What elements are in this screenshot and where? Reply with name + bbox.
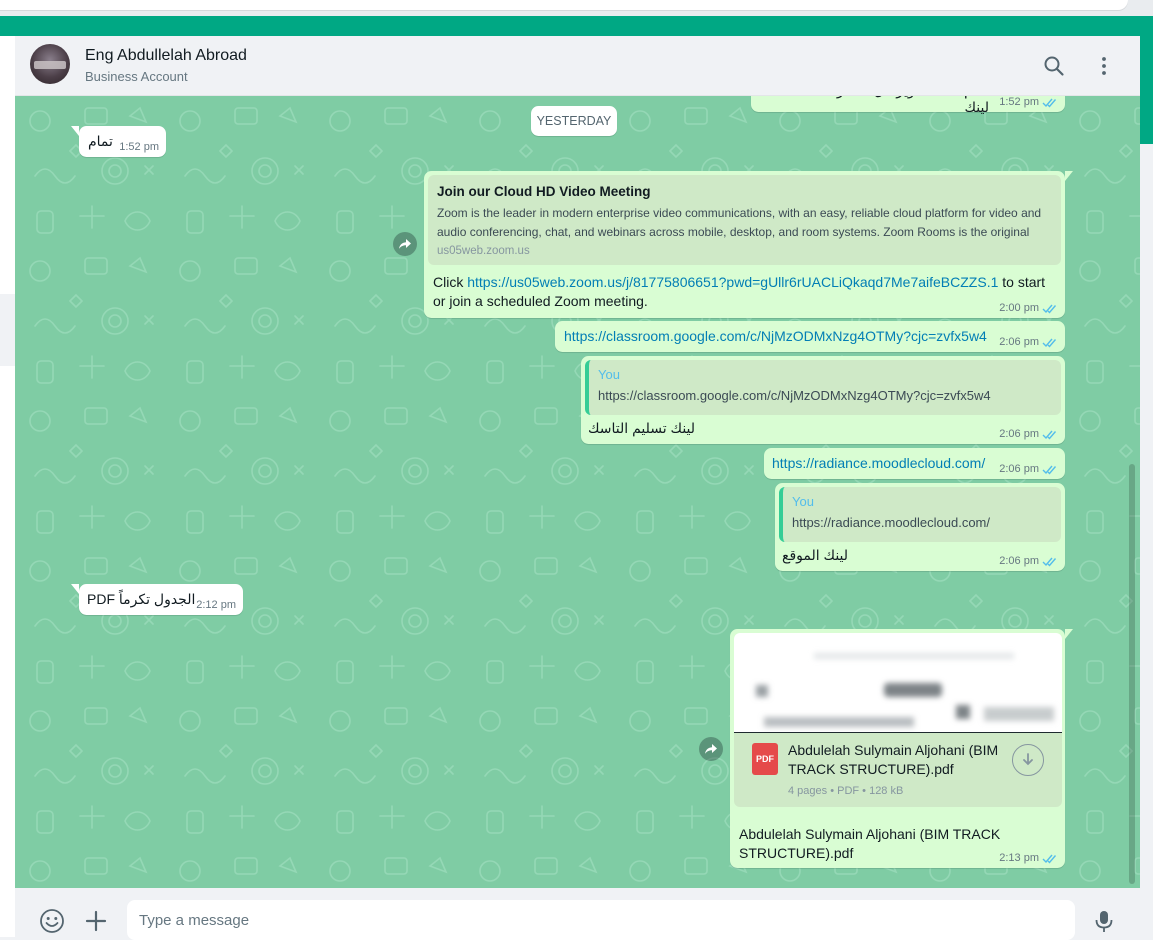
document-attachment[interactable]: PDF Abdulelah Sulymain Aljohani (BIM TRA… [734, 733, 1062, 807]
download-icon [1023, 753, 1033, 766]
search-icon[interactable] [1042, 54, 1066, 78]
message-time: 2:12 pm [196, 599, 236, 611]
avatar[interactable] [30, 44, 70, 84]
link-preview-title: Join our Cloud HD Video Meeting [437, 184, 651, 199]
forward-icon [705, 744, 717, 754]
double-check-icon [1042, 430, 1057, 440]
quoted-text: https://radiance.moodlecloud.com/ [792, 515, 990, 530]
plus-icon[interactable] [83, 908, 109, 934]
message-bubble-outgoing[interactable]: You https://radiance.moodlecloud.com/ لي… [775, 483, 1065, 571]
browser-address-area [0, 0, 1128, 10]
forward-button[interactable] [393, 232, 417, 256]
double-check-icon [1042, 854, 1057, 864]
download-button[interactable] [1012, 744, 1044, 776]
double-check-icon [1042, 304, 1057, 314]
message-meta: 2:06 pm [999, 463, 1058, 475]
double-check-icon [1042, 557, 1057, 567]
message-meta: 1:52 pm [999, 96, 1058, 108]
message-composer [15, 888, 1140, 940]
document-meta: 4 pages • PDF • 128 kB [788, 785, 904, 797]
double-check-icon [1042, 465, 1057, 475]
message-time: 2:06 pm [999, 428, 1039, 440]
message-bubble-outgoing[interactable]: PDF Abdulelah Sulymain Aljohani (BIM TRA… [730, 629, 1073, 868]
app-accent-band [0, 16, 1153, 36]
classroom-link[interactable]: https://classroom.google.com/c/NjMzODMxN… [564, 328, 987, 344]
chat-header: Eng Abdullelah Abroad Business Account [15, 36, 1140, 96]
message-bubble-outgoing[interactable]: https://classroom.google.com/c/NjMzODMxN… [555, 321, 1065, 352]
message-bubble-outgoing[interactable]: You https://classroom.google.com/c/NjMzO… [581, 356, 1065, 444]
message-text: zoom تمام نحتفات ويرسل لحضرتك لينك [783, 96, 989, 115]
message-meta: 2:00 pm [999, 302, 1058, 314]
quoted-message[interactable]: You https://classroom.google.com/c/NjMzO… [585, 360, 1061, 415]
zoom-meeting-link[interactable]: https://us05web.zoom.us/j/81775806651?pw… [467, 274, 998, 290]
message-time: 1:52 pm [999, 96, 1039, 108]
message-meta: 2:13 pm [999, 852, 1058, 864]
pdf-icon: PDF [752, 743, 778, 775]
message-input[interactable] [127, 900, 1075, 940]
message-meta: 2:06 pm [999, 336, 1058, 348]
chat-scrollbar[interactable] [1129, 464, 1135, 884]
date-separator: YESTERDAY [531, 106, 617, 136]
microphone-icon[interactable] [1091, 908, 1117, 934]
moodle-link[interactable]: https://radiance.moodlecloud.com/ [772, 455, 985, 471]
quoted-author: You [792, 494, 814, 509]
blurred-document-preview [756, 653, 1054, 727]
message-bubble-incoming[interactable]: الجدول تكرماً PDF 2:12 pm [71, 584, 243, 615]
forward-icon [399, 239, 411, 249]
message-text: Click https://us05web.zoom.us/j/81775806… [433, 273, 1053, 311]
contact-subtitle: Business Account [85, 69, 188, 84]
document-thumbnail[interactable] [734, 633, 1062, 733]
message-text: الجدول تكرماً PDF [87, 591, 196, 607]
message-text: تمام [88, 133, 113, 149]
quoted-author: You [598, 367, 620, 382]
contact-name[interactable]: Eng Abdullelah Abroad [85, 47, 247, 65]
message-text: لينك تسليم التاسك [588, 420, 696, 436]
document-name: Abdulelah Sulymain Aljohani (BIM TRACK S… [788, 742, 999, 777]
link-preview-domain: us05web.zoom.us [437, 245, 530, 257]
message-bubble-outgoing[interactable]: Join our Cloud HD Video Meeting Zoom is … [424, 171, 1073, 318]
quoted-message[interactable]: You https://radiance.moodlecloud.com/ [779, 487, 1061, 542]
message-meta: 2:06 pm [999, 555, 1058, 567]
chat-list-edge [0, 36, 15, 937]
message-time: 2:00 pm [999, 302, 1039, 314]
link-preview-description: Zoom is the leader in modern enterprise … [437, 206, 1042, 239]
message-meta: 1:52 pm [119, 141, 159, 153]
chat-list-highlight [0, 294, 15, 366]
message-meta: 2:06 pm [999, 428, 1058, 440]
message-meta: 2:12 pm [196, 599, 236, 611]
message-time: 1:52 pm [119, 141, 159, 153]
app-right-margin [1140, 144, 1153, 937]
forward-button[interactable] [699, 737, 723, 761]
quoted-text: https://classroom.google.com/c/NjMzODMxN… [598, 388, 991, 403]
document-caption: Abdulelah Sulymain Aljohani (BIM TRACK S… [739, 826, 1001, 861]
message-bubble-outgoing[interactable]: zoom تمام نحتفات ويرسل لحضرتك لينك 1:52 … [751, 96, 1065, 115]
message-time: 2:06 pm [999, 336, 1039, 348]
message-time: 2:06 pm [999, 463, 1039, 475]
link-preview[interactable]: Join our Cloud HD Video Meeting Zoom is … [428, 175, 1061, 265]
message-time: 2:06 pm [999, 555, 1039, 567]
emoji-icon[interactable] [39, 908, 65, 934]
double-check-icon [1042, 98, 1057, 108]
menu-dots-icon[interactable] [1092, 54, 1116, 78]
app-accent-edge [1140, 36, 1153, 144]
double-check-icon [1042, 338, 1057, 348]
message-text-prefix: Click [433, 274, 468, 290]
message-text: لينك الموقع [782, 547, 849, 563]
message-bubble-incoming[interactable]: تمام 1:52 pm [71, 126, 166, 157]
chat-messages-area[interactable]: zoom تمام نحتفات ويرسل لحضرتك لينك 1:52 … [15, 96, 1140, 888]
message-bubble-outgoing[interactable]: https://radiance.moodlecloud.com/ 2:06 p… [764, 448, 1065, 479]
message-time: 2:13 pm [999, 852, 1039, 864]
